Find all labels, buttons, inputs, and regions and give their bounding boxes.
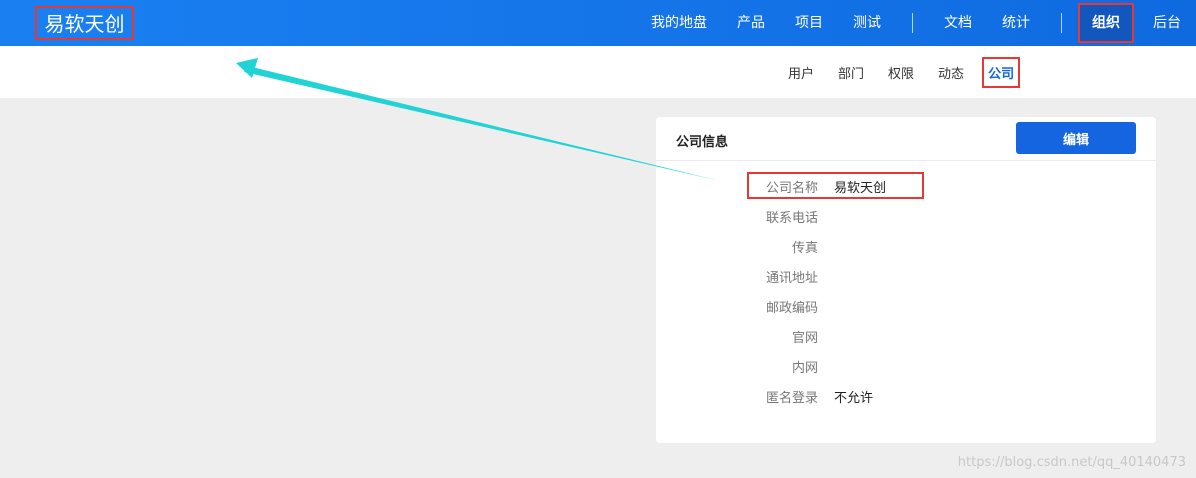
annotation-arrow-icon	[236, 58, 720, 181]
watermark: https://blog.csdn.net/qq_40140473	[957, 455, 1186, 470]
